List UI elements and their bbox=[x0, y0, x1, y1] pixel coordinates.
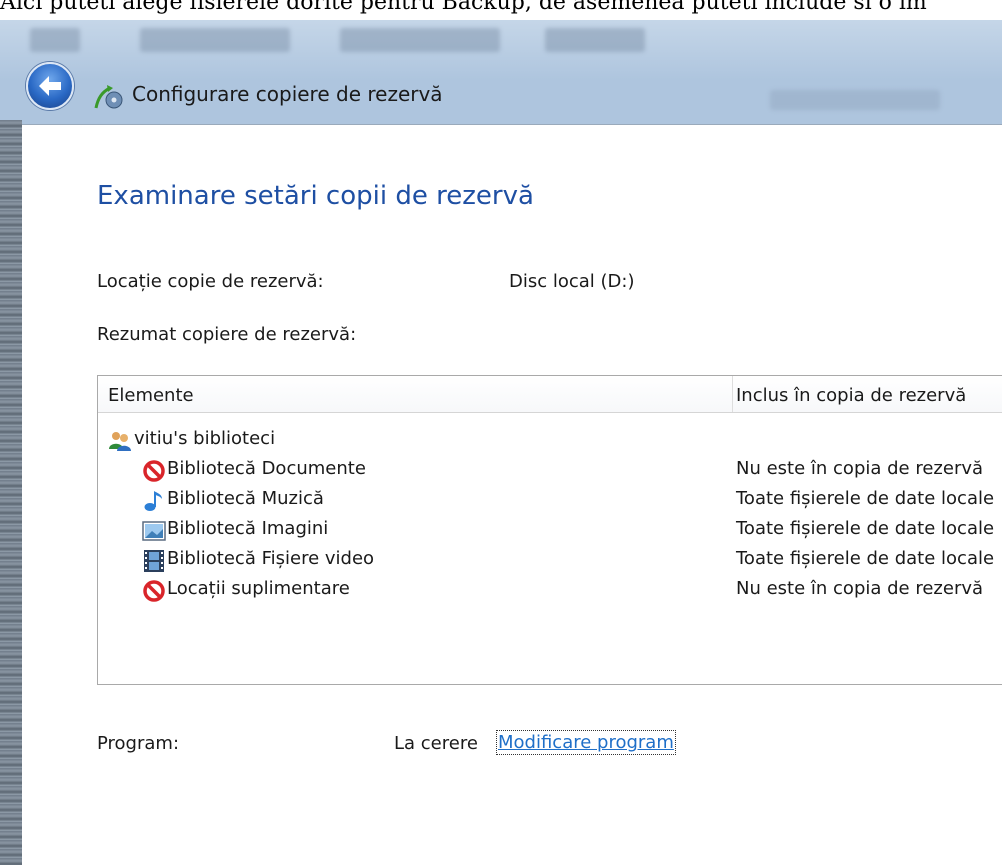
schedule-value: La cerere bbox=[394, 733, 478, 754]
blurred-menu-item bbox=[340, 28, 500, 52]
picture-icon bbox=[142, 521, 166, 541]
table-row[interactable]: Bibliotecă Imagini Toate fișierele de da… bbox=[98, 516, 1002, 546]
content-pane: Examinare setări copii de rezervă Locați… bbox=[22, 124, 1002, 866]
column-divider[interactable] bbox=[732, 376, 733, 412]
tree-item-status: Nu este în copia de rezervă bbox=[736, 458, 984, 479]
backup-location-value: Disc local (D:) bbox=[509, 271, 635, 292]
not-included-icon bbox=[143, 580, 165, 602]
tree-item-status: Toate fișierele de date locale bbox=[736, 518, 995, 539]
tree-item-label: Bibliotecă Fișiere video bbox=[167, 548, 375, 569]
window-left-edge bbox=[0, 120, 22, 865]
users-icon bbox=[109, 432, 131, 451]
blurred-menu-item bbox=[30, 28, 80, 52]
tree-item-label: Bibliotecă Imagini bbox=[167, 518, 329, 539]
table-row[interactable]: Locații suplimentare Nu este în copia de… bbox=[98, 576, 1002, 606]
backup-location-label: Locație copie de rezervă: bbox=[97, 271, 324, 292]
blurred-menu-item bbox=[545, 28, 645, 52]
table-row[interactable]: Bibliotecă Fișiere video Toate fișierele… bbox=[98, 546, 1002, 576]
change-schedule-link[interactable]: Modificare program bbox=[496, 730, 676, 755]
backup-wizard-icon bbox=[94, 85, 123, 109]
blurred-menu-item bbox=[140, 28, 290, 52]
table-row[interactable]: vitiu's biblioteci bbox=[98, 426, 1002, 456]
table-header: Elemente Inclus în copia de rezervă bbox=[98, 376, 1002, 413]
tree-item-label: vitiu's biblioteci bbox=[134, 428, 276, 449]
blurred-column-header bbox=[770, 90, 940, 110]
back-arrow-icon bbox=[39, 76, 61, 96]
backup-summary-table: Elemente Inclus în copia de rezervă viti… bbox=[97, 375, 1002, 685]
music-note-icon bbox=[144, 491, 162, 511]
tree-item-label: Bibliotecă Documente bbox=[167, 458, 366, 479]
table-row[interactable]: Bibliotecă Documente Nu este în copia de… bbox=[98, 456, 1002, 486]
not-included-icon bbox=[143, 460, 165, 482]
tree-item-label: Bibliotecă Muzică bbox=[167, 488, 324, 509]
backup-summary-label: Rezumat copiere de rezervă: bbox=[97, 324, 357, 345]
table-row[interactable]: Bibliotecă Muzică Toate fișierele de dat… bbox=[98, 486, 1002, 516]
tree-item-status: Toate fișierele de date locale bbox=[736, 548, 995, 569]
window-title: Configurare copiere de rezervă bbox=[132, 82, 443, 106]
film-icon bbox=[144, 550, 164, 572]
page-heading: Examinare setări copii de rezervă bbox=[97, 181, 534, 211]
column-header-items[interactable]: Elemente bbox=[108, 385, 194, 406]
page-text-fragment-label: Aici puteti alege fisierele dorite pentr… bbox=[0, 0, 927, 15]
column-header-included[interactable]: Inclus în copia de rezervă bbox=[736, 385, 966, 406]
tree-item-status: Nu este în copia de rezervă bbox=[736, 578, 984, 599]
tree-item-status: Toate fișierele de date locale bbox=[736, 488, 995, 509]
schedule-label: Program: bbox=[97, 733, 180, 754]
back-button[interactable] bbox=[26, 62, 74, 110]
tree-item-label: Locații suplimentare bbox=[167, 578, 350, 599]
